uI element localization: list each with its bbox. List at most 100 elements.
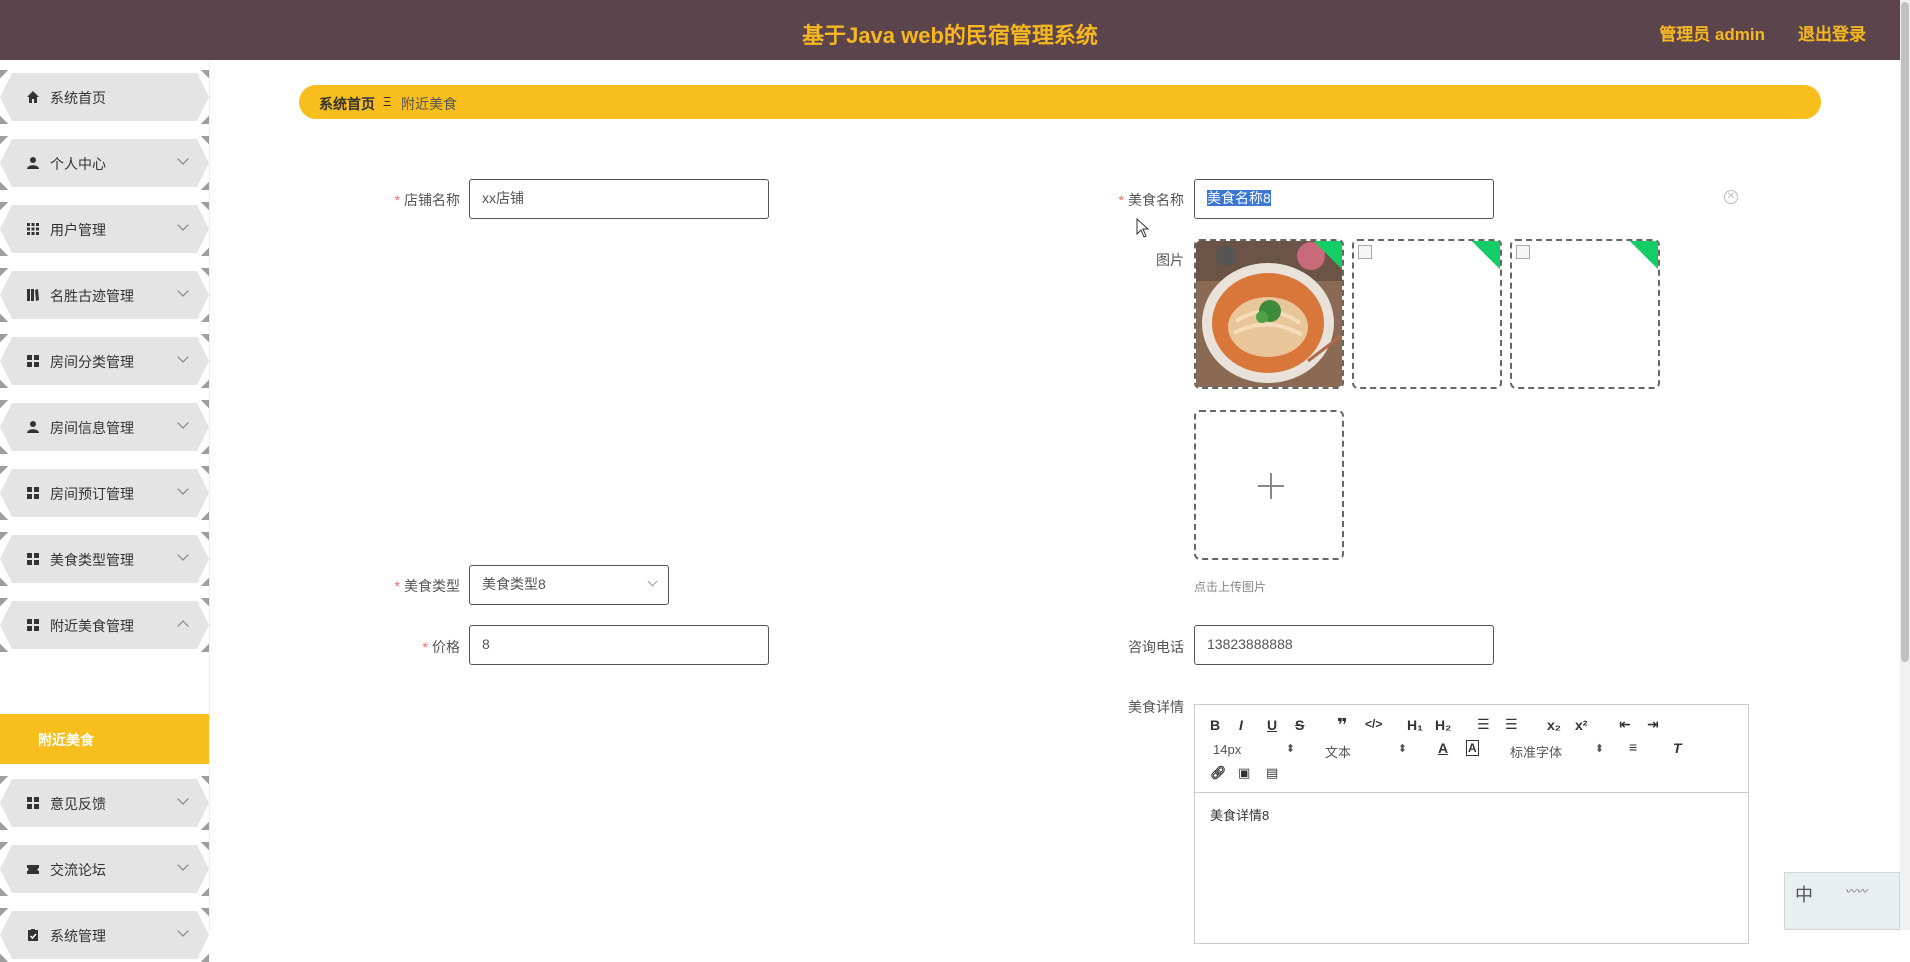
- background-color-icon[interactable]: A: [1466, 740, 1479, 756]
- price-input[interactable]: 8: [469, 625, 769, 665]
- sidebar-item-label: 房间预订管理: [50, 486, 134, 502]
- sidebar-item-room-booking[interactable]: 房间预订管理: [0, 466, 209, 520]
- sidebar-item-users[interactable]: 用户管理: [0, 202, 209, 256]
- person-icon: [27, 421, 39, 433]
- food-name-label: * 美食名称: [1118, 192, 1184, 208]
- admin-user-label[interactable]: 管理员 admin: [1659, 20, 1765, 45]
- uploaded-image-2[interactable]: [1352, 239, 1502, 389]
- image-icon[interactable]: ▣: [1238, 765, 1250, 781]
- sidebar-item-label: 用户管理: [50, 222, 106, 238]
- font-family-select[interactable]: 标准字体: [1510, 742, 1604, 761]
- sidebar-item-profile[interactable]: 个人中心: [0, 136, 209, 190]
- breadcrumb-current: 附近美食: [401, 96, 457, 112]
- image-upload-button[interactable]: [1194, 410, 1344, 560]
- broken-image-icon: [1358, 245, 1372, 259]
- subscript-icon[interactable]: x₂: [1547, 717, 1561, 733]
- sidebar-item-nearby-food[interactable]: 附近美食管理: [0, 598, 209, 652]
- picture-label: 图片: [1156, 252, 1184, 268]
- scrollbar-thumb[interactable]: [1901, 2, 1909, 662]
- success-corner-badge: [1629, 241, 1658, 270]
- breadcrumb-home[interactable]: 系统首页: [319, 94, 375, 114]
- uploaded-image-3[interactable]: [1510, 239, 1660, 389]
- page-scrollbar[interactable]: [1900, 0, 1910, 930]
- sidebar-item-label: 交流论坛: [50, 862, 106, 878]
- video-icon[interactable]: ▤: [1266, 765, 1278, 781]
- editor-toolbar: B I U S ❞ </> H₁ H₂ ☰ ☰ x₂ x² ⇤ ⇥ 14px 文…: [1195, 705, 1748, 793]
- code-block-icon[interactable]: </>: [1365, 717, 1382, 731]
- shop-name-label: * 店铺名称: [394, 192, 460, 208]
- align-icon[interactable]: ≡: [1629, 739, 1637, 755]
- sidebar-item-label: 意见反馈: [50, 796, 106, 812]
- heading1-icon[interactable]: H₁: [1407, 717, 1423, 733]
- sidebar-item-system[interactable]: 系统管理: [0, 908, 209, 962]
- price-label: * 价格: [422, 639, 460, 655]
- sidebar-item-room-category[interactable]: 房间分类管理: [0, 334, 209, 388]
- sidebar-item-label: 房间分类管理: [50, 354, 134, 370]
- heading2-icon[interactable]: H₂: [1435, 717, 1451, 733]
- blockquote-icon[interactable]: ❞: [1337, 715, 1348, 736]
- sidebar: 系统首页 个人中心 用户管理 名胜古迹管理 房间分类管理 房间信息管理 房间预订…: [0, 60, 210, 962]
- editor-content[interactable]: 美食详情8: [1210, 805, 1269, 824]
- breadcrumb-separator: Ξ: [383, 94, 392, 109]
- sidebar-item-scenic-spots[interactable]: 名胜古迹管理: [0, 268, 209, 322]
- indent-icon[interactable]: ⇥: [1647, 716, 1659, 733]
- sidebar-subitem-label: 附近美食: [38, 732, 94, 748]
- ime-doodle-image: 〰〰: [1845, 886, 1867, 898]
- mouse-cursor-icon: [1136, 218, 1150, 238]
- sidebar-item-label: 美食类型管理: [50, 552, 134, 568]
- sidebar-subitem-nearby-food[interactable]: 附近美食: [0, 714, 209, 764]
- sidebar-item-home[interactable]: 系统首页: [0, 70, 209, 124]
- grid-icon: [27, 797, 39, 809]
- underline-icon[interactable]: U: [1267, 717, 1277, 733]
- heading-select[interactable]: 文本: [1325, 742, 1407, 761]
- phone-label: 咨询电话: [1128, 639, 1184, 655]
- font-size-select[interactable]: 14px: [1213, 742, 1295, 757]
- grid-icon: [27, 223, 39, 235]
- home-icon: [27, 91, 39, 103]
- sidebar-item-label: 系统首页: [50, 90, 106, 106]
- food-type-select[interactable]: 美食类型8: [469, 565, 669, 605]
- sidebar-item-forum[interactable]: 交流论坛: [0, 842, 209, 896]
- sidebar-item-label: 房间信息管理: [50, 420, 134, 436]
- success-corner-badge: [1471, 241, 1500, 270]
- sidebar-item-food-type[interactable]: 美食类型管理: [0, 532, 209, 586]
- grid-icon: [27, 487, 39, 499]
- ime-widget[interactable]: 中 〰〰: [1784, 872, 1900, 930]
- grid-icon: [27, 355, 39, 367]
- close-circle-icon[interactable]: ✕: [1724, 190, 1738, 204]
- uploaded-image-1[interactable]: [1194, 239, 1344, 389]
- sidebar-item-label: 系统管理: [50, 928, 106, 944]
- link-icon[interactable]: 🔗︎: [1210, 765, 1227, 781]
- clipboard-icon: [28, 929, 38, 941]
- book-icon: [27, 289, 39, 301]
- ordered-list-icon[interactable]: ☰: [1477, 716, 1490, 733]
- sidebar-item-label: 附近美食管理: [50, 618, 134, 634]
- superscript-icon[interactable]: x²: [1575, 717, 1587, 733]
- logout-button[interactable]: 退出登录: [1798, 20, 1866, 45]
- app-title: 基于Java web的民宿管理系统: [802, 23, 1098, 48]
- upload-hint: 点击上传图片: [1194, 580, 1267, 594]
- ticket-icon: [27, 865, 39, 874]
- grid-icon: [27, 619, 39, 631]
- bold-icon[interactable]: B: [1210, 717, 1220, 733]
- sidebar-item-feedback[interactable]: 意见反馈: [0, 776, 209, 830]
- food-photo-image: [1196, 241, 1342, 387]
- shop-name-input[interactable]: xx店铺: [469, 179, 769, 219]
- sidebar-item-room-info[interactable]: 房间信息管理: [0, 400, 209, 454]
- phone-input[interactable]: 13823888888: [1194, 625, 1494, 665]
- food-name-input[interactable]: 美食名称8: [1194, 179, 1494, 219]
- bullet-list-icon[interactable]: ☰: [1505, 716, 1518, 733]
- chevron-down-icon: [647, 576, 658, 587]
- breadcrumb: 系统首页 Ξ 附近美食: [299, 85, 1821, 119]
- ime-mode-label: 中: [1795, 885, 1813, 905]
- strikethrough-icon[interactable]: S: [1295, 717, 1304, 733]
- font-color-icon[interactable]: A: [1438, 740, 1448, 756]
- details-label: 美食详情: [1128, 699, 1184, 715]
- person-icon: [27, 157, 39, 169]
- broken-image-icon: [1516, 245, 1530, 259]
- outdent-icon[interactable]: ⇤: [1619, 716, 1631, 733]
- grid-icon: [27, 553, 39, 565]
- sidebar-item-label: 个人中心: [50, 156, 106, 172]
- italic-icon[interactable]: I: [1239, 717, 1243, 733]
- clear-format-icon[interactable]: T: [1673, 740, 1682, 756]
